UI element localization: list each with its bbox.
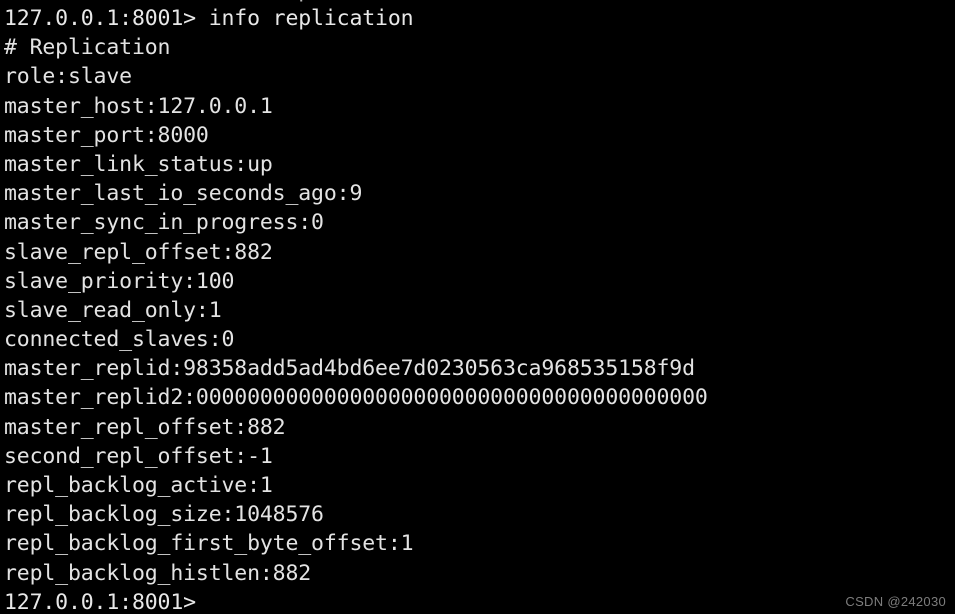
terminal-line-master-replid2: master_replid2:0000000000000000000000000… (4, 385, 708, 411)
terminal-line-master-link-status: master_link_status:up (4, 151, 273, 177)
terminal-prompt[interactable]: 127.0.0.1:8001> (4, 588, 955, 614)
terminal-line-master-sync-in-progress: master_sync_in_progress:0 (4, 210, 324, 236)
terminal-line-connected-slaves: connected_slaves:0 (4, 327, 235, 353)
terminal-line-slave-priority: slave_priority:100 (4, 268, 235, 294)
terminal-line-slave-read-only: slave_read_only:1 (4, 297, 222, 323)
terminal-output: 127.0.0.1:8001> info replication # Repli… (0, 4, 955, 614)
terminal-line-master-replid: master_replid:98358add5ad4bd6ee7d0230563… (4, 356, 695, 382)
terminal-line-repl-backlog-first-byte-offset: repl_backlog_first_byte_offset:1 (4, 531, 414, 557)
terminal-line-master-last-io-seconds-ago: master_last_io_seconds_ago:9 (4, 181, 363, 207)
terminal-line-section: # Replication (4, 35, 171, 61)
terminal-line-slave-repl-offset: slave_repl_offset:882 (4, 239, 273, 265)
terminal-line-repl-backlog-histlen: repl_backlog_histlen:882 (4, 560, 312, 586)
terminal-line-master-host: master_host:127.0.0.1 (4, 93, 273, 119)
terminal-line-master-repl-offset: master_repl_offset:882 (4, 414, 286, 440)
terminal-line-command: 127.0.0.1:8001> info replication (4, 6, 414, 31)
terminal-line-repl-backlog-size: repl_backlog_size:1048576 (4, 502, 324, 528)
terminal-window[interactable]: 127.0.0.1:8001> info replication 127.0.0… (0, 0, 955, 614)
terminal-line-master-port: master_port:8000 (4, 122, 209, 148)
terminal-line-second-repl-offset: second_repl_offset:-1 (4, 443, 273, 469)
csdn-watermark: CSDN @242030 (845, 594, 946, 609)
terminal-line-repl-backlog-active: repl_backlog_active:1 (4, 473, 273, 498)
terminal-line-role: role:slave (4, 64, 132, 90)
